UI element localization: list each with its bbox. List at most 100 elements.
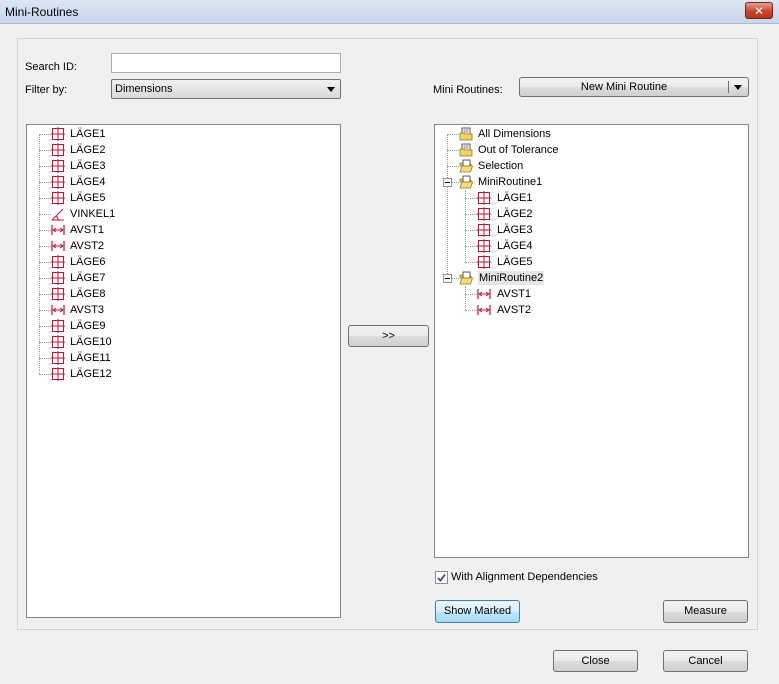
folder-open-icon — [459, 271, 474, 285]
tree-item[interactable]: LÄGE7 — [27, 270, 340, 286]
tree-item[interactable]: LÄGE12 — [27, 366, 340, 382]
position-icon — [477, 239, 491, 253]
tree-node-label: LÄGE9 — [70, 320, 106, 332]
tree-item[interactable]: AVST2 — [27, 238, 340, 254]
position-icon — [51, 351, 65, 365]
mini-routines-label: Mini Routines: — [433, 84, 503, 96]
folder-doc-icon — [459, 143, 473, 157]
tree-node-label: AVST2 — [497, 304, 532, 316]
position-icon — [51, 255, 65, 269]
tree-item[interactable]: LÄGE2 — [435, 206, 748, 222]
tree-node-label: LÄGE6 — [70, 256, 106, 268]
position-icon — [51, 191, 65, 205]
folder-open-icon — [459, 159, 474, 173]
folder-doc-icon — [459, 127, 473, 141]
tree-node-label: Out of Tolerance — [478, 144, 559, 156]
tree-node-label: AVST1 — [70, 224, 105, 236]
tree-category[interactable]: Selection — [435, 158, 748, 174]
tree-item[interactable]: AVST1 — [435, 286, 748, 302]
tree-node-label: LÄGE12 — [70, 368, 112, 380]
tree-item[interactable]: LÄGE11 — [27, 350, 340, 366]
position-icon — [477, 223, 491, 237]
tree-item[interactable]: AVST2 — [435, 302, 748, 318]
chevron-down-icon[interactable] — [734, 85, 742, 90]
tree-category[interactable]: All Dimensions — [435, 126, 748, 142]
position-icon — [51, 143, 65, 157]
position-icon — [477, 191, 491, 205]
tree-item[interactable]: LÄGE3 — [435, 222, 748, 238]
alignment-dependencies-checkbox[interactable] — [435, 571, 448, 584]
tree-item[interactable]: LÄGE2 — [27, 142, 340, 158]
show-marked-button[interactable]: Show Marked — [435, 600, 520, 623]
tree-node-label: All Dimensions — [478, 128, 551, 140]
search-id-input[interactable] — [111, 53, 341, 73]
tree-item[interactable]: LÄGE9 — [27, 318, 340, 334]
tree-node-label: LÄGE11 — [70, 352, 111, 364]
tree-node-label: AVST2 — [70, 240, 105, 252]
position-icon — [51, 175, 65, 189]
tree-node-label: LÄGE2 — [497, 208, 533, 220]
filter-by-label: Filter by: — [25, 84, 68, 96]
position-icon — [51, 367, 65, 381]
mini-routines-tree[interactable]: All Dimensions Out of Tolerance Selection M… — [434, 124, 749, 558]
distance-icon — [477, 303, 491, 317]
tree-node-label: LÄGE7 — [70, 272, 106, 284]
tree-item[interactable]: VINKEL1 — [27, 206, 340, 222]
tree-item[interactable]: LÄGE3 — [27, 158, 340, 174]
search-id-label: Search ID: — [25, 61, 77, 73]
new-mini-routine-label: New Mini Routine — [580, 81, 668, 93]
tree-item[interactable]: LÄGE1 — [27, 126, 340, 142]
position-icon — [51, 319, 65, 333]
tree-item[interactable]: AVST1 — [27, 222, 340, 238]
tree-item[interactable]: LÄGE4 — [27, 174, 340, 190]
tree-item[interactable]: LÄGE1 — [435, 190, 748, 206]
tree-node-label: LÄGE5 — [70, 192, 106, 204]
filter-by-dropdown[interactable]: Dimensions — [111, 79, 341, 99]
new-mini-routine-button[interactable]: New Mini Routine — [519, 77, 749, 97]
tree-routine[interactable]: MiniRoutine2 — [435, 270, 748, 286]
cancel-button[interactable]: Cancel — [663, 650, 748, 672]
tree-item[interactable]: LÄGE6 — [27, 254, 340, 270]
tree-node-label: MiniRoutine2 — [478, 271, 545, 285]
position-icon — [51, 271, 65, 285]
position-icon — [477, 207, 491, 221]
tree-node-label: Selection — [478, 160, 524, 172]
window-title: Mini-Routines — [5, 5, 79, 19]
tree-node-label: LÄGE3 — [70, 160, 106, 172]
tree-item[interactable]: LÄGE4 — [435, 238, 748, 254]
tree-node-label: LÄGE2 — [70, 144, 106, 156]
tree-connector-line — [465, 190, 466, 262]
tree-node-label: LÄGE8 — [70, 288, 106, 300]
distance-icon — [51, 303, 65, 317]
position-icon — [51, 127, 65, 141]
tree-item[interactable]: AVST3 — [27, 302, 340, 318]
measure-button[interactable]: Measure — [663, 600, 748, 623]
angle-icon — [51, 207, 65, 221]
collapse-toggle-icon[interactable] — [443, 178, 452, 187]
tree-node-label: LÄGE5 — [497, 256, 533, 268]
tree-node-label: LÄGE4 — [497, 240, 533, 252]
tree-node-label: LÄGE3 — [497, 224, 533, 236]
split-separator — [728, 81, 729, 93]
filter-by-value: Dimensions — [115, 83, 173, 95]
tree-item[interactable]: LÄGE5 — [435, 254, 748, 270]
tree-item[interactable]: LÄGE8 — [27, 286, 340, 302]
title-bar: Mini-Routines ✕ — [0, 0, 779, 24]
tree-node-label: AVST3 — [70, 304, 105, 316]
window-close-button[interactable]: ✕ — [745, 2, 773, 19]
add-to-routine-button[interactable]: >> — [348, 325, 429, 347]
position-icon — [51, 287, 65, 301]
tree-node-label: AVST1 — [497, 288, 532, 300]
collapse-toggle-icon[interactable] — [443, 274, 452, 283]
tree-item[interactable]: LÄGE10 — [27, 334, 340, 350]
tree-node-label: LÄGE10 — [70, 336, 112, 348]
distance-icon — [477, 287, 491, 301]
tree-category[interactable]: Out of Tolerance — [435, 142, 748, 158]
tree-routine[interactable]: MiniRoutine1 — [435, 174, 748, 190]
checkmark-icon — [437, 573, 446, 582]
distance-icon — [51, 223, 65, 237]
tree-item[interactable]: LÄGE5 — [27, 190, 340, 206]
close-button[interactable]: Close — [553, 650, 638, 672]
dimensions-tree[interactable]: LÄGE1 LÄGE2 LÄGE3 LÄGE4 LÄGE5 VINKEL1 AVST1 AVS… — [26, 124, 341, 618]
tree-node-label: LÄGE1 — [497, 192, 533, 204]
